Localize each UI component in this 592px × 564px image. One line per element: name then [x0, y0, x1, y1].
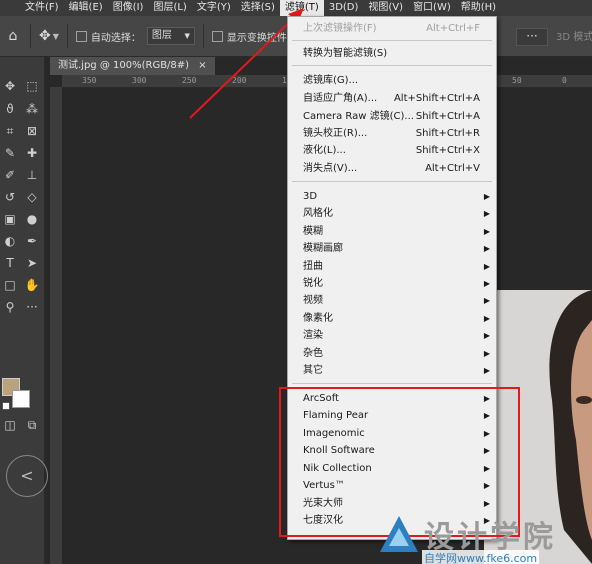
submenu-arrow-icon: ▶ [483, 366, 490, 375]
submenu-arrow-icon: ▶ [483, 279, 490, 288]
menu-item-lens-correction[interactable]: 镜头校正(R)... Shift+Ctrl+R [288, 125, 496, 142]
menu-item-liquify[interactable]: 液化(L)... Shift+Ctrl+X [288, 142, 496, 159]
menu-item-group-noise[interactable]: 杂色 ▶ [288, 345, 496, 362]
menu-item-shortcut: Shift+Ctrl+X [415, 145, 480, 156]
menu-item-group-3d[interactable]: 3D ▶ [288, 188, 496, 205]
menu-item-label: Camera Raw 滤镜(C)... [303, 111, 414, 122]
submenu-arrow-icon: ▶ [483, 349, 490, 358]
menu-item-label: 转换为智能滤镜(S) [303, 48, 388, 59]
submenu-arrow-icon: ▶ [483, 331, 490, 340]
menu-divider [292, 65, 492, 66]
menu-item-group-other[interactable]: 其它 ▶ [288, 362, 496, 379]
menu-item-shortcut: Alt+Ctrl+F [426, 23, 480, 34]
menu-item-shortcut: Shift+Ctrl+R [415, 128, 480, 139]
submenu-arrow-icon: ▶ [483, 262, 490, 271]
menu-item-label: 视频 [303, 295, 323, 306]
menu-item-label: 滤镜库(G)... [303, 75, 359, 86]
watermark-logo-icon [380, 516, 418, 552]
menu-item-label: 扭曲 [303, 261, 323, 272]
menu-item-convert-smart-filter[interactable]: 转换为智能滤镜(S) [288, 45, 496, 62]
submenu-arrow-icon: ▶ [483, 209, 490, 218]
menu-item-label: 消失点(V)... [303, 163, 358, 174]
menu-item-shortcut: Shift+Ctrl+A [415, 111, 480, 122]
menu-item-shortcut: Alt+Shift+Ctrl+A [393, 93, 480, 104]
menu-item-camera-raw[interactable]: Camera Raw 滤镜(C)... Shift+Ctrl+A [288, 108, 496, 125]
menu-item-label: 3D [303, 191, 318, 202]
submenu-arrow-icon: ▶ [483, 244, 490, 253]
menu-item-label: 液化(L)... [303, 145, 346, 156]
menu-item-group-pixelate[interactable]: 像素化 ▶ [288, 310, 496, 327]
menu-item-label: 锐化 [303, 278, 323, 289]
menu-item-group-video[interactable]: 视频 ▶ [288, 292, 496, 309]
watermark-url: 自学网www.fke6.com [422, 550, 540, 564]
submenu-arrow-icon: ▶ [483, 296, 490, 305]
menu-item-group-render[interactable]: 渲染 ▶ [288, 327, 496, 344]
menu-item-label: 自适应广角(A)... [303, 93, 378, 104]
menu-item-last-filter: 上次滤镜操作(F) Alt+Ctrl+F [288, 20, 496, 37]
menu-item-label: 像素化 [303, 313, 333, 324]
submenu-arrow-icon: ▶ [483, 192, 490, 201]
watermark: 设计学院 自学网www.fke6.com [372, 510, 592, 564]
menu-item-group-sharpen[interactable]: 锐化 ▶ [288, 275, 496, 292]
menu-item-shortcut: Alt+Ctrl+V [425, 163, 480, 174]
menu-item-group-blur[interactable]: 模糊 ▶ [288, 223, 496, 240]
menu-item-label: 风格化 [303, 208, 333, 219]
menu-item-label: 镜头校正(R)... [303, 128, 368, 139]
menu-divider [292, 40, 492, 41]
menu-divider [292, 181, 492, 182]
menu-divider [292, 383, 492, 384]
menu-item-label: 其它 [303, 365, 323, 376]
menu-item-label: 渲染 [303, 330, 323, 341]
menu-item-adaptive-wide-angle[interactable]: 自适应广角(A)... Alt+Shift+Ctrl+A [288, 90, 496, 107]
submenu-arrow-icon: ▶ [483, 227, 490, 236]
submenu-arrow-icon: ▶ [483, 314, 490, 323]
menu-item-label: 杂色 [303, 348, 323, 359]
menu-item-group-blur-gallery[interactable]: 模糊画廊 ▶ [288, 240, 496, 257]
menu-item-label: 模糊 [303, 226, 323, 237]
menu-item-group-distort[interactable]: 扭曲 ▶ [288, 258, 496, 275]
menu-item-label: 上次滤镜操作(F) [303, 23, 377, 34]
menu-item-group-stylize[interactable]: 风格化 ▶ [288, 205, 496, 222]
menu-item-filter-gallery[interactable]: 滤镜库(G)... [288, 72, 496, 89]
menu-item-label: 模糊画廊 [303, 243, 343, 254]
menu-item-vanishing-point[interactable]: 消失点(V)... Alt+Ctrl+V [288, 160, 496, 177]
